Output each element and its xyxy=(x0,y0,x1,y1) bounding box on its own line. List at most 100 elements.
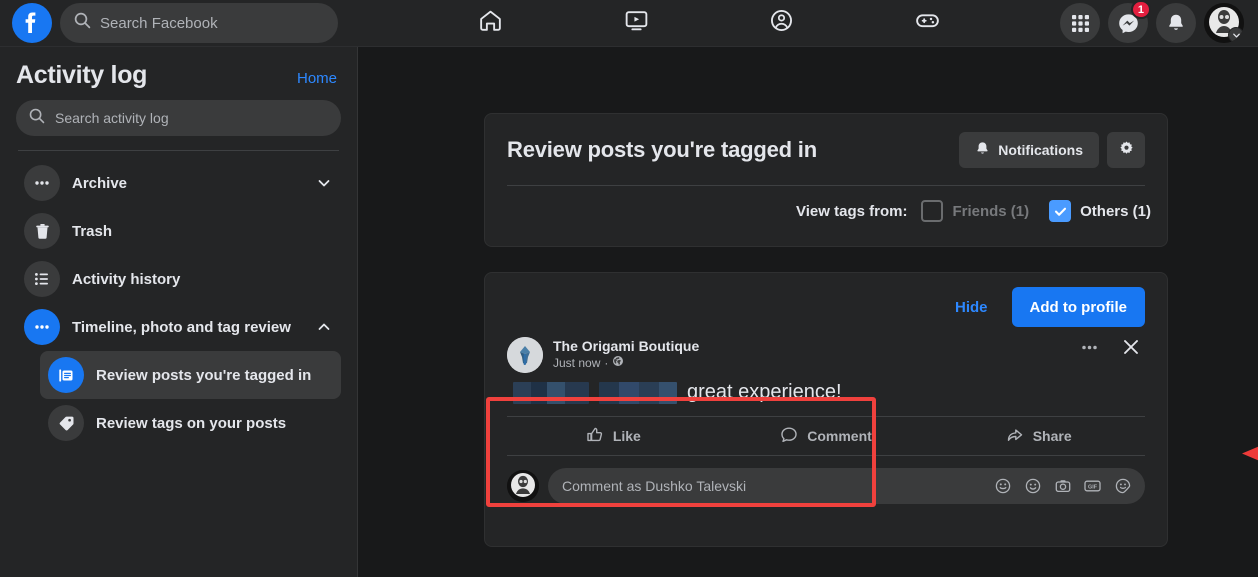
share-arrow-icon xyxy=(1006,426,1024,447)
review-card-header: Review posts you're tagged in Notificati… xyxy=(485,114,1167,168)
sidebar-item-review-posts-tagged-in[interactable]: Review posts you're tagged in xyxy=(40,351,341,399)
share-button[interactable]: Share xyxy=(932,417,1145,455)
activity-log-sidebar: Activity log Home Search activity log Ar… xyxy=(0,47,358,577)
tag-icon xyxy=(48,405,84,441)
camera-icon[interactable] xyxy=(1054,478,1071,495)
page-title: Activity log xyxy=(16,61,148,89)
sidebar-subitem-label: Review tags on your posts xyxy=(96,414,287,432)
search-placeholder: Search Facebook xyxy=(100,14,218,32)
sidebar-item-label: Trash xyxy=(72,222,113,240)
bell-icon[interactable] xyxy=(1156,3,1196,43)
censored-block xyxy=(599,381,677,404)
filter-friends-label: Friends (1) xyxy=(952,202,1030,220)
hide-button[interactable]: Hide xyxy=(951,291,992,324)
post-author-avatar[interactable] xyxy=(507,337,543,373)
chevron-down-icon xyxy=(315,175,333,191)
messenger-badge: 1 xyxy=(1130,0,1151,19)
gaming-icon xyxy=(914,7,941,39)
sidebar-item-timeline-photo-tag-review[interactable]: Timeline, photo and tag review xyxy=(16,303,341,351)
view-tags-filter-row: View tags from: Friends (1) Others (1) xyxy=(485,186,1167,222)
post-controls xyxy=(1075,333,1145,361)
nav-tab-gaming[interactable] xyxy=(872,0,982,47)
post-header: The Origami Boutique Just now · xyxy=(507,337,1145,373)
avatar[interactable] xyxy=(507,470,539,502)
settings-button[interactable] xyxy=(1107,132,1145,168)
post-text-row: great experience! xyxy=(507,381,1145,404)
globe-icon xyxy=(612,355,624,372)
notifications-button[interactable]: Notifications xyxy=(959,132,1099,168)
comment-button[interactable]: Comment xyxy=(720,417,933,455)
sidebar-item-review-tags-on-posts[interactable]: Review tags on your posts xyxy=(40,399,341,447)
sidebar-divider xyxy=(18,150,339,151)
comment-placeholder: Comment as Dushko Talevski xyxy=(562,478,747,494)
post-meta-separator: · xyxy=(604,356,609,370)
checkbox-checked-icon xyxy=(1049,200,1072,222)
sidebar-item-archive[interactable]: Archive xyxy=(16,159,341,207)
ellipsis-icon xyxy=(24,309,60,345)
messenger-icon[interactable]: 1 xyxy=(1108,0,1151,43)
nav-tabs xyxy=(358,0,1060,47)
post-timestamp-row: Just now · xyxy=(553,355,699,372)
sidebar-item-trash[interactable]: Trash xyxy=(16,207,341,255)
filter-friends-checkbox[interactable]: Friends (1) xyxy=(921,200,1029,222)
add-to-profile-button[interactable]: Add to profile xyxy=(1011,287,1145,327)
sticker-icon[interactable] xyxy=(1114,478,1131,495)
post-timestamp: Just now xyxy=(553,356,601,370)
post-author-name[interactable]: The Origami Boutique xyxy=(553,337,699,355)
review-card-title: Review posts you're tagged in xyxy=(507,137,817,162)
comment-label: Comment xyxy=(807,428,872,444)
gif-icon[interactable]: GIF xyxy=(1084,478,1101,495)
tagged-post-card: Hide Add to profile The Origami Boutique… xyxy=(484,272,1168,547)
like-button[interactable]: Like xyxy=(507,417,720,455)
chevron-down-icon xyxy=(1228,27,1244,43)
sidebar-search-placeholder: Search activity log xyxy=(55,110,169,126)
sidebar-item-label: Archive xyxy=(72,174,128,192)
sidebar-item-label: Activity history xyxy=(72,270,181,288)
nav-tab-watch[interactable] xyxy=(581,0,691,47)
sidebar-subitem-label: Review posts you're tagged in xyxy=(96,366,312,384)
smiley-icon[interactable] xyxy=(1024,478,1041,495)
top-navigation-bar: Search Facebook 1 xyxy=(0,0,1258,47)
post-text: great experience! xyxy=(687,381,842,403)
video-icon xyxy=(623,7,650,39)
sidebar-item-label: Timeline, photo and tag review xyxy=(72,318,291,336)
filter-label: View tags from: xyxy=(796,202,908,220)
filter-others-checkbox[interactable]: Others (1) xyxy=(1049,200,1151,222)
home-link[interactable]: Home xyxy=(297,70,337,87)
home-icon xyxy=(477,7,504,39)
review-posts-icon xyxy=(48,357,84,393)
svg-text:GIF: GIF xyxy=(1088,485,1098,491)
review-card-actions: Notifications xyxy=(959,132,1145,168)
checkbox-unchecked-icon xyxy=(921,200,944,222)
filter-others-label: Others (1) xyxy=(1080,202,1151,220)
account-avatar-icon[interactable] xyxy=(1204,3,1244,43)
annotation-arrow-icon xyxy=(1242,446,1258,461)
gear-icon xyxy=(1118,140,1135,160)
emoji-face-icon[interactable] xyxy=(994,478,1011,495)
bell-icon xyxy=(975,141,990,159)
notifications-button-label: Notifications xyxy=(998,142,1083,158)
comment-tool-icons: GIF xyxy=(994,478,1131,495)
like-label: Like xyxy=(612,428,641,444)
facebook-logo-icon[interactable] xyxy=(12,3,52,43)
search-icon xyxy=(74,12,91,34)
ellipsis-icon xyxy=(24,165,60,201)
comment-input[interactable]: Comment as Dushko Talevski GIF xyxy=(548,468,1145,504)
nav-tab-groups[interactable] xyxy=(727,0,837,47)
post-engagement-bar: Like Comment Share xyxy=(507,416,1145,456)
nav-left-section: Search Facebook xyxy=(0,3,358,43)
sidebar-item-activity-history[interactable]: Activity history xyxy=(16,255,341,303)
post-body: The Origami Boutique Just now · great ex… xyxy=(485,327,1167,404)
nav-tab-home[interactable] xyxy=(436,0,546,47)
review-posts-card: Review posts you're tagged in Notificati… xyxy=(484,113,1168,247)
main-content: Review posts you're tagged in Notificati… xyxy=(358,47,1258,577)
grid-menu-icon[interactable] xyxy=(1060,3,1100,43)
close-icon[interactable] xyxy=(1117,333,1145,361)
comment-bubble-icon xyxy=(780,426,798,447)
sidebar-search-input[interactable]: Search activity log xyxy=(16,100,341,136)
post-more-options-button[interactable] xyxy=(1075,333,1103,361)
thumbs-up-icon xyxy=(586,426,604,447)
search-input[interactable]: Search Facebook xyxy=(60,3,338,43)
search-icon xyxy=(29,108,45,129)
trash-icon xyxy=(24,213,60,249)
